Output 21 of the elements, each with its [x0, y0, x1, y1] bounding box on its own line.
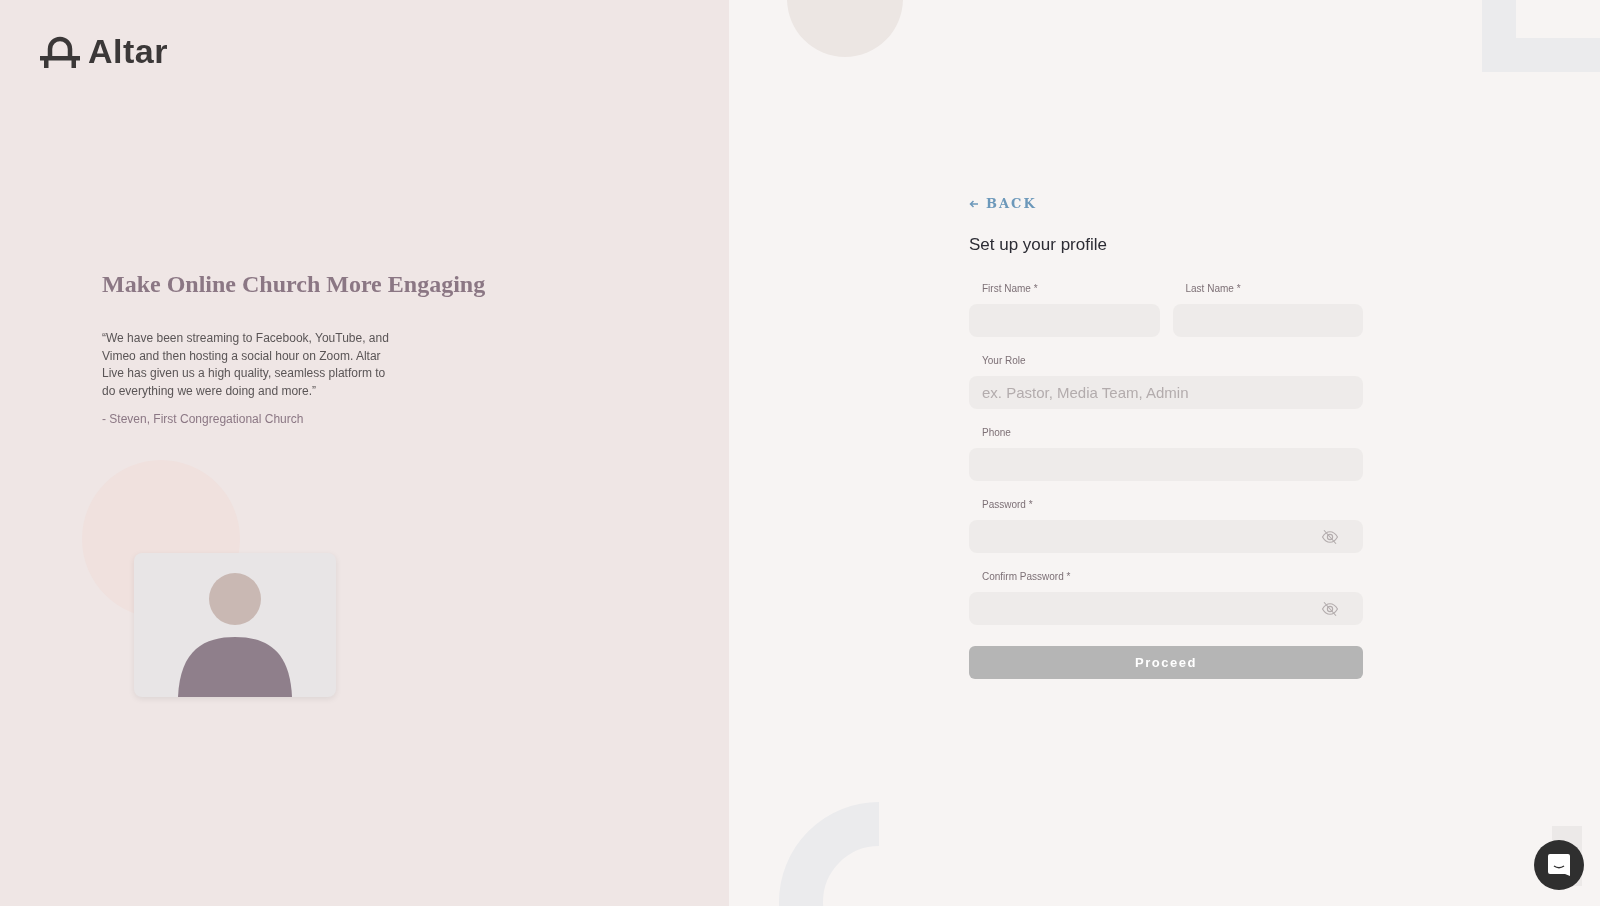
testimonial-quote: “We have been streaming to Facebook, YouTube, and Vimeo and then hosting a social hour on Zoom. Altar Live has given us a high quality, seamless platform to do everything we were doing and more.”: [102, 330, 390, 400]
back-link[interactable]: BACK: [969, 196, 1037, 211]
chat-icon: [1546, 852, 1572, 878]
arrow-left-icon: [969, 199, 979, 208]
chat-button[interactable]: [1534, 840, 1584, 890]
logo-icon: [40, 34, 80, 69]
field-label: First Name *: [981, 283, 1039, 294]
field-label: Confirm Password *: [981, 571, 1072, 582]
password-field[interactable]: [969, 592, 1363, 625]
password-field[interactable]: [969, 520, 1363, 553]
headline: Make Online Church More Engaging: [102, 271, 487, 298]
field-label: Your Role: [981, 355, 1027, 366]
eye-slash-icon[interactable]: [1321, 601, 1339, 617]
input-field[interactable]: ex. Pastor, Media Team, Admin: [969, 376, 1363, 409]
form-title: Set up your profile: [969, 235, 1108, 255]
testimonial-attribution: - Steven, First Congregational Church: [102, 412, 305, 426]
field-label: Last Name *: [1184, 283, 1242, 294]
field-label: Password *: [981, 499, 1034, 510]
brand-name: Altar: [88, 32, 168, 71]
eye-slash-icon[interactable]: [1321, 529, 1339, 545]
field-label: Phone: [981, 427, 1012, 438]
